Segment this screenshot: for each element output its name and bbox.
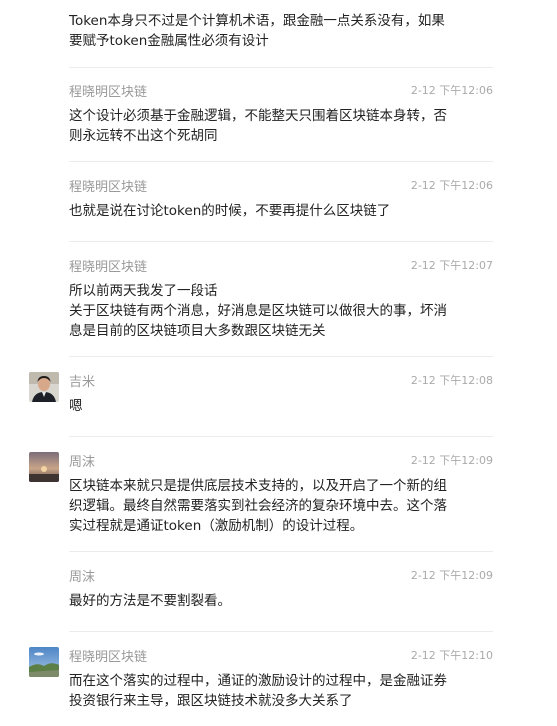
message-time: 2-12 下午12:10 [410,649,493,662]
message-divider [69,356,493,357]
message-text: 而在这个落实的过程中，通证的激励设计的过程中，是金融证券 投资银行来主导，跟区块… [69,673,447,709]
message-divider [69,631,493,632]
message-time: 2-12 下午12:09 [410,569,493,582]
message-time: 2-12 下午12:07 [410,259,493,272]
message-divider [69,436,493,437]
message-time: 2-12 下午12:06 [410,84,493,97]
message-text: 这个设计必须基于金融逻辑，不能整天只围着区块链本身转，否 则永远转不出这个死胡同 [69,108,447,144]
message-time: 2-12 下午12:06 [410,179,493,192]
message-time: 2-12 下午12:09 [410,454,493,467]
landscape-photo-icon[interactable] [29,647,59,677]
author-name[interactable]: 周沫 [69,570,95,586]
message-text: 区块链本来就只是提供底层技术支持的，以及开启了一个新的组 织逻辑。最终自然需要落… [69,478,447,534]
author-name[interactable]: 程晓明区块链 [69,260,147,276]
message-time: 2-12 下午12:08 [410,374,493,387]
message-divider [69,551,493,552]
author-name[interactable]: 周沫 [69,455,95,471]
chat-feed: Token本身只不过是个计算机术语，跟金融一点关系没有，如果 要赋予token金… [0,0,557,726]
message-divider [69,67,493,68]
message-text: 嗯 [69,398,83,414]
message-text: 也就是说在讨论token的时候，不要再提什么区块链了 [69,203,391,219]
author-name[interactable]: 吉米 [69,375,95,391]
author-name[interactable]: 程晓明区块链 [69,650,147,666]
message-divider [69,161,493,162]
message-text: Token本身只不过是个计算机术语，跟金融一点关系没有，如果 要赋予token金… [69,13,445,49]
author-name[interactable]: 程晓明区块链 [69,85,147,101]
user-photo-icon[interactable] [29,372,59,402]
message-text: 所以前两天我发了一段话 关于区块链有两个消息，好消息是区块链可以做很大的事，坏消… [69,283,447,339]
author-name[interactable]: 程晓明区块链 [69,180,147,196]
message-divider [69,241,493,242]
sunset-photo-icon[interactable] [29,452,59,482]
message-text: 最好的方法是不要割裂看。 [69,593,231,609]
